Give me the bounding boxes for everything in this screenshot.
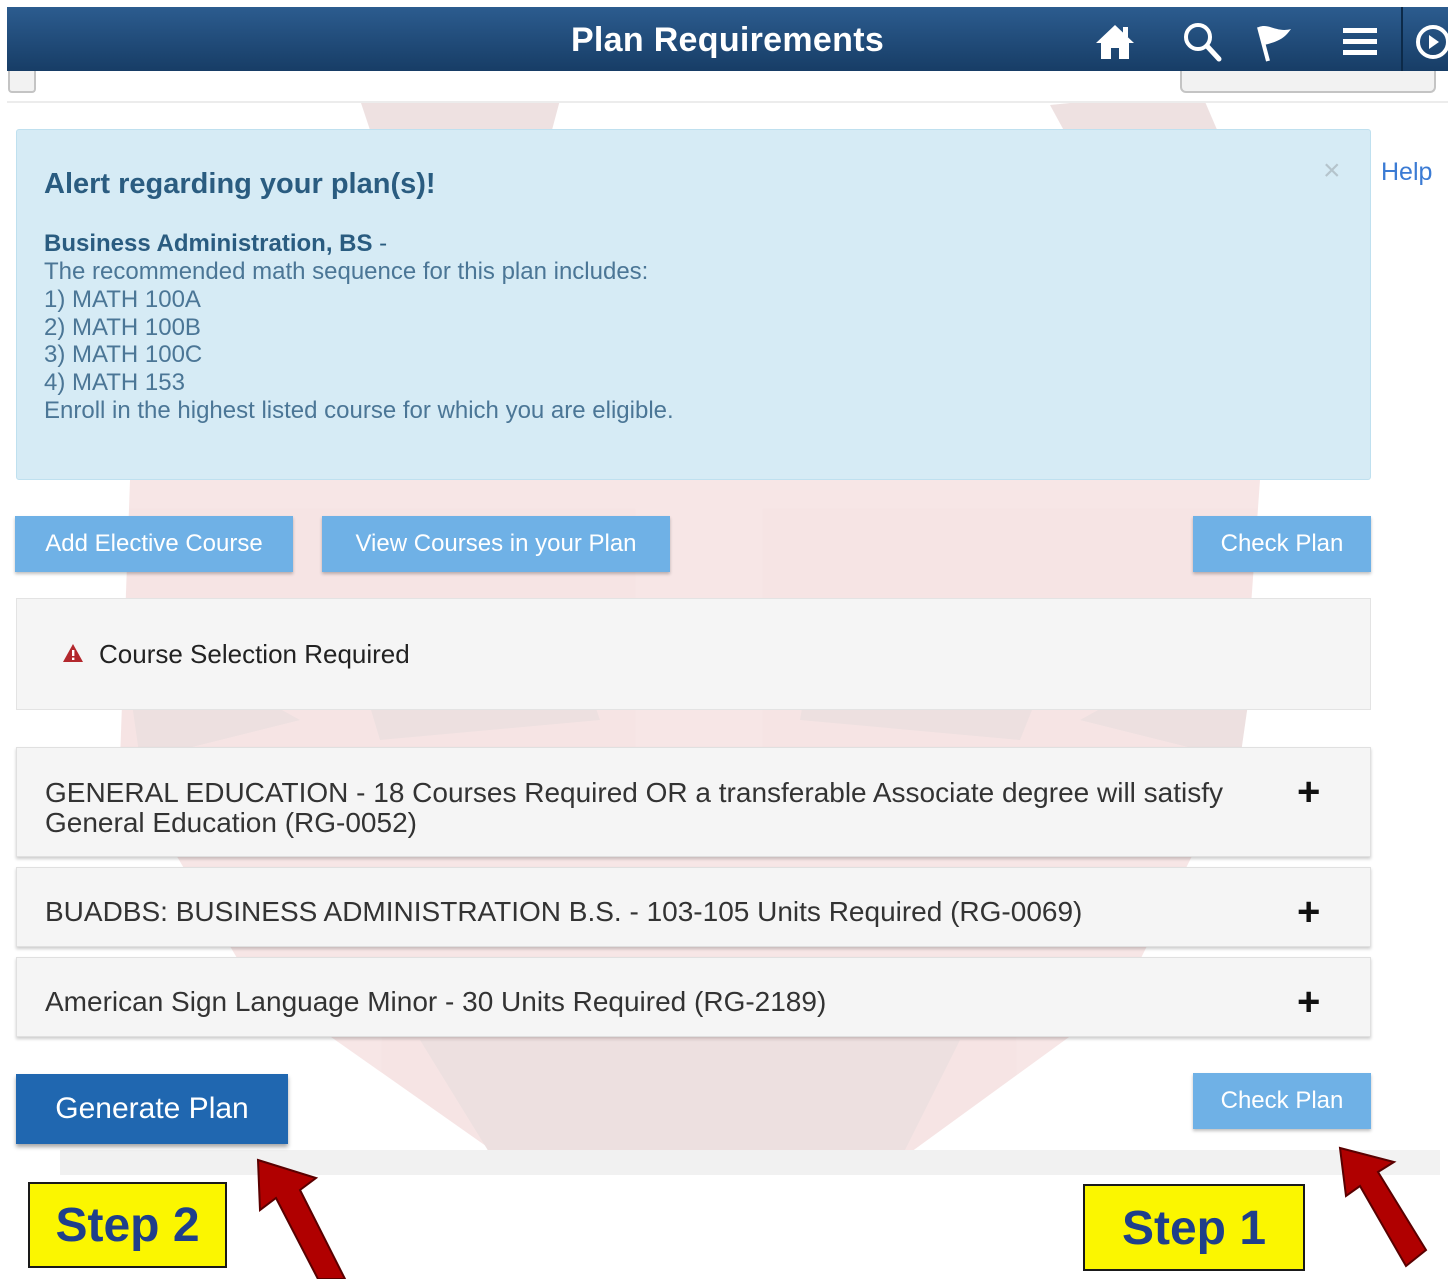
view-courses-button[interactable]: View Courses in your Plan bbox=[322, 516, 670, 572]
header-divider bbox=[1401, 7, 1403, 71]
help-link[interactable]: Help bbox=[1381, 158, 1432, 187]
step-2-arrow bbox=[256, 1158, 347, 1279]
plan-name-dash: - bbox=[372, 230, 388, 257]
course-selection-panel: Course Selection Required bbox=[16, 598, 1371, 710]
collapsed-right-tab[interactable] bbox=[1180, 71, 1436, 93]
generate-plan-button[interactable]: Generate Plan bbox=[16, 1074, 288, 1144]
requirement-row-asl-minor[interactable]: American Sign Language Minor - 30 Units … bbox=[16, 957, 1371, 1037]
step-1-label: Step 1 bbox=[1083, 1184, 1305, 1271]
collapsed-left-tab[interactable] bbox=[8, 71, 36, 93]
check-plan-button-bottom[interactable]: Check Plan bbox=[1193, 1073, 1371, 1129]
app-header: Plan Requirements bbox=[7, 7, 1448, 71]
alert-line: 3) MATH 100C bbox=[44, 341, 203, 369]
close-icon[interactable]: × bbox=[1323, 156, 1341, 186]
expand-icon[interactable]: + bbox=[1297, 772, 1320, 812]
alert-body: The recommended math sequence for this p… bbox=[44, 258, 674, 425]
alert-plan-name: Business Administration, BS - bbox=[44, 230, 387, 258]
navbar-icon[interactable] bbox=[1407, 19, 1448, 65]
alert-title: Alert regarding your plan(s)! bbox=[44, 168, 436, 200]
alert-line: 1) MATH 100A bbox=[44, 285, 201, 313]
flag-icon[interactable] bbox=[1251, 19, 1297, 65]
alert-line: Enroll in the highest listed course for … bbox=[44, 396, 674, 424]
expand-icon[interactable]: + bbox=[1297, 892, 1320, 932]
requirement-label: GENERAL EDUCATION - 18 Courses Required … bbox=[45, 777, 1224, 838]
expand-icon[interactable]: + bbox=[1297, 982, 1320, 1022]
page: Plan Requirements × Alert regarding your… bbox=[0, 0, 1448, 1279]
requirement-label: BUADBS: BUSINESS ADMINISTRATION B.S. - 1… bbox=[45, 896, 1083, 927]
alert-line: 4) MATH 153 bbox=[44, 369, 185, 397]
warning-icon bbox=[63, 644, 83, 662]
step-1-arrow bbox=[1338, 1146, 1428, 1268]
requirement-row-general-education[interactable]: GENERAL EDUCATION - 18 Courses Required … bbox=[16, 747, 1371, 857]
menu-icon[interactable] bbox=[1337, 19, 1383, 65]
alert-line: The recommended math sequence for this p… bbox=[44, 258, 649, 285]
alert-line: 2) MATH 100B bbox=[44, 313, 201, 341]
plan-name-text: Business Administration, BS bbox=[44, 230, 373, 257]
plan-alert: × Alert regarding your plan(s)! Business… bbox=[16, 129, 1371, 480]
search-icon[interactable] bbox=[1179, 19, 1225, 65]
step-2-label: Step 2 bbox=[28, 1182, 227, 1268]
check-plan-button-top[interactable]: Check Plan bbox=[1193, 516, 1371, 572]
add-elective-course-button[interactable]: Add Elective Course bbox=[15, 516, 293, 572]
home-icon[interactable] bbox=[1092, 19, 1138, 65]
page-title: Plan Requirements bbox=[570, 21, 885, 59]
requirement-label: American Sign Language Minor - 30 Units … bbox=[45, 986, 827, 1017]
requirement-row-business-administration[interactable]: BUADBS: BUSINESS ADMINISTRATION B.S. - 1… bbox=[16, 867, 1371, 947]
course-selection-message: Course Selection Required bbox=[99, 639, 410, 669]
